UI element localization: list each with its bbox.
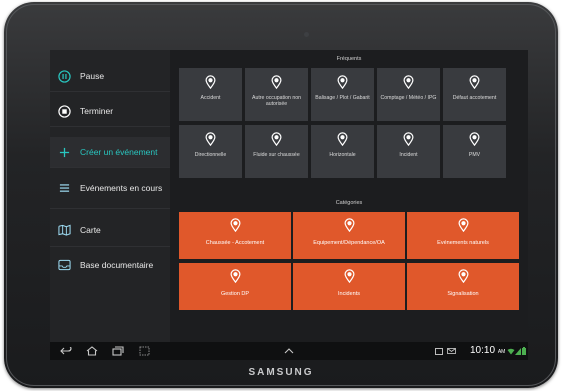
sidebar-item-label: Base documentaire [80,260,154,270]
battery-icon [521,342,527,360]
category-tile-incidents[interactable]: Incidents [293,263,405,310]
tile-label: Accident [200,95,221,101]
map-pin-icon [403,132,414,146]
brand-logo: SAMSUNG [248,367,314,378]
map-pin-icon [469,132,480,146]
map-pin-icon [469,75,480,89]
sidebar-item-creer-evenement[interactable]: Créer un événement [50,137,170,167]
sidebar-item-label: Carte [80,225,101,235]
tile-label: Incidents [337,291,360,297]
map-pin-icon [344,218,355,232]
email-notification-icon [445,342,457,360]
section-title-frequents: Fréquents [336,56,362,62]
stop-icon [56,103,72,119]
frequent-tile-horizontale[interactable]: Horizontale [311,125,374,178]
map-pin-icon [458,218,469,232]
map-pin-icon [337,75,348,89]
map-pin-icon [458,269,469,283]
sidebar-item-pause[interactable]: Pause [50,61,170,91]
tile-label: Balisage / Plot / Gabarit [315,95,370,101]
sidebar-item-label: Evénements en cours [80,183,163,193]
tile-label: Comptage / Météo / IPG [380,95,437,101]
frequent-tile-fluide-sur-chaussee[interactable]: Fluide sur chaussée [245,125,308,178]
category-tile-gestion-dp[interactable]: Gestion DP [179,263,291,310]
tile-label: Horizontale [329,152,356,158]
system-navbar: 10:10 AM [50,342,528,360]
map-pin-icon [271,132,282,146]
tile-label: Equipement/Dépendance/OA [313,240,385,246]
divider [50,167,170,168]
chevron-up-icon[interactable] [280,342,298,360]
divider [50,91,170,92]
back-icon[interactable] [58,342,74,360]
tile-label: Directionnelle [194,152,227,158]
sidebar-item-carte[interactable]: Carte [50,215,170,245]
sidebar-item-label: Créer un événement [80,147,158,157]
recent-apps-icon[interactable] [110,342,126,360]
camera [304,32,309,37]
frequent-tile-pmv[interactable]: PMV [443,125,506,178]
divider [50,126,170,127]
tile-label: Fluide sur chaussée [253,152,300,158]
frequent-tile-balisage-plot-gabarit[interactable]: Balisage / Plot / Gabarit [311,68,374,121]
gallery-notification-icon [434,342,444,360]
inbox-icon [56,257,72,273]
tile-label: Chaussée - Accotement [205,240,265,246]
category-tile-signalisation[interactable]: Signalisation [407,263,519,310]
category-tile-equipement-dependance-oa[interactable]: Equipement/Dépendance/OA [293,212,405,259]
sidebar-item-label: Terminer [80,106,114,116]
home-icon[interactable] [84,342,100,360]
frequent-tile-incident[interactable]: Incident [377,125,440,178]
list-icon [56,180,72,196]
divider [50,246,170,247]
map-pin-icon [344,269,355,283]
map-pin-icon [205,75,216,89]
tile-label: Signalisation [447,291,479,297]
map-pin-icon [205,132,216,146]
screenshot-icon[interactable] [136,342,152,360]
category-tile-chaussee-accotement[interactable]: Chaussée - Accotement [179,212,291,259]
map-pin-icon [230,269,241,283]
frequent-tile-comptage-meteo-ipg[interactable]: Comptage / Météo / IPG [377,68,440,121]
sidebar-item-label: Pause [80,71,105,81]
map-pin-icon [337,132,348,146]
category-tile-evenements-naturels[interactable]: Evénements naturels [407,212,519,259]
tile-label: Evénements naturels [437,240,489,246]
tile-label: Autre occupation non autorisée [251,95,302,107]
section-title-categories: Catégories [335,200,363,206]
map-pin-icon [271,75,282,89]
tile-label: Défaut accotement [452,95,497,101]
map-pin-icon [403,75,414,89]
tile-label: PMV [468,152,481,158]
tile-label: Gestion DP [220,291,250,297]
sidebar: Pause Terminer Créer un événement Evénem… [50,50,170,342]
map-icon [56,222,72,238]
frequent-tile-accident[interactable]: Accident [179,68,242,121]
status-clock: 10:10 AM [470,345,506,356]
frequent-tile-autre-occupation-non-autorisee[interactable]: Autre occupation non autorisée [245,68,308,121]
tile-label: Incident [399,152,418,158]
divider [50,208,170,209]
frequent-tile-defaut-accotement[interactable]: Défaut accotement [443,68,506,121]
sidebar-item-evenements-en-cours[interactable]: Evénements en cours [50,173,170,203]
pause-icon [56,68,72,84]
plus-icon [56,144,72,160]
tablet-frame: SAMSUNG Pause Terminer Créer un événemen… [4,2,558,388]
main-panel: Fréquents Accident Autre occupation non a… [170,50,528,342]
screen: Pause Terminer Créer un événement Evénem… [50,50,528,360]
sidebar-item-base-documentaire[interactable]: Base documentaire [50,250,170,280]
map-pin-icon [230,218,241,232]
frequent-tile-directionnelle[interactable]: Directionnelle [179,125,242,178]
sidebar-item-terminer[interactable]: Terminer [50,96,170,126]
